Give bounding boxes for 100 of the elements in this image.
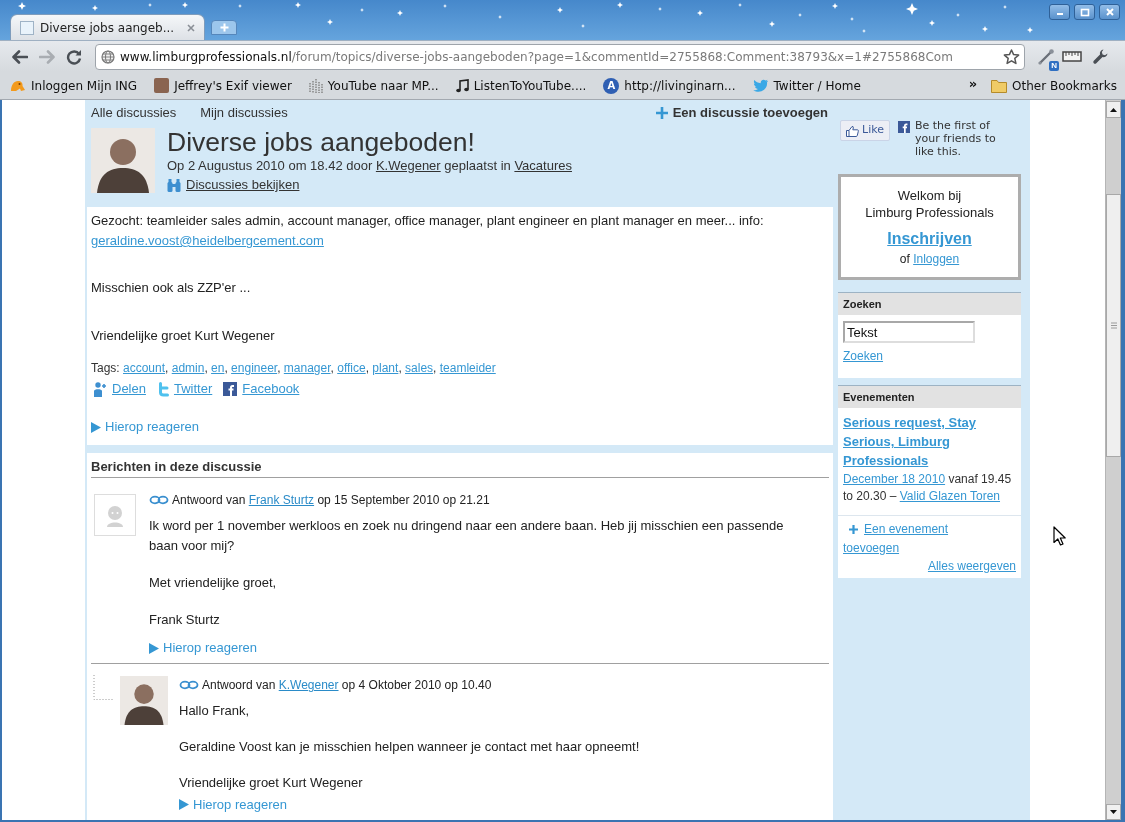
browser-tab[interactable]: Diverse jobs aangeb... — [10, 14, 205, 40]
bookmark-item[interactable]: Jeffrey's Exif viewer — [154, 76, 292, 95]
sparkle-icon — [148, 3, 152, 7]
share-link[interactable]: Delen — [94, 379, 146, 399]
sparkle-icon — [557, 7, 563, 13]
sparkle-icon — [832, 3, 838, 9]
chain-link-icon[interactable] — [149, 495, 169, 505]
author-link[interactable]: Frank Sturtz — [248, 493, 315, 507]
login-link[interactable]: Inloggen — [913, 252, 960, 266]
nav-link[interactable]: Alle discussies — [91, 103, 177, 123]
chain-link-icon[interactable] — [179, 680, 199, 690]
sparkle-icon — [850, 17, 854, 21]
comment-paragraph: Frank Sturtz — [149, 611, 221, 629]
signup-link[interactable]: Inschrijven — [887, 229, 972, 249]
discussion-title: Diverse jobs aangeboden! — [167, 127, 476, 157]
avatar-silhouette — [91, 128, 155, 193]
sparkle-icon — [982, 26, 988, 32]
new-tab-button[interactable] — [211, 20, 237, 35]
star-icon[interactable] — [1003, 48, 1020, 65]
sparkle-icon — [862, 29, 866, 33]
event-venue-link[interactable]: Valid Glazen Toren — [899, 489, 1000, 503]
down-triangle-icon — [1110, 810, 1117, 814]
address-bar[interactable]: www.limburgprofessionals.nl/forum/topics/diverse-jobs-aangeboden?page=1&commentId=2755868:Comment:38793&x=1#2755868Com — [95, 43, 1025, 70]
post-paragraph: Misschien ook als ZZP'er ... — [91, 279, 252, 297]
add-discussion-link[interactable]: Een discussie toevoegen — [655, 103, 828, 123]
event-details: December 18 2010 vanaf 19.45 to 20.30 – Valid Glazen Toren — [843, 471, 1013, 505]
section-title: Zoeken — [843, 296, 882, 312]
scroll-thumb[interactable] — [1106, 194, 1121, 457]
tag-link[interactable]: manager — [283, 361, 331, 375]
bookmark-item[interactable]: ListenToYouTube.... — [455, 76, 587, 95]
email-link[interactable]: geraldine.voost@heidelbergcement.com — [91, 233, 324, 248]
author-link[interactable]: K.Wegener — [375, 158, 441, 173]
right-arrow-icon — [38, 49, 55, 64]
sparkle-icon — [1003, 5, 1007, 9]
plus-icon — [655, 107, 668, 119]
close-button[interactable] — [1099, 4, 1120, 20]
share-link[interactable]: Facebook — [223, 379, 300, 399]
left-arrow-icon — [11, 49, 28, 64]
reply-link[interactable]: Hierop reageren — [149, 639, 257, 657]
search-field[interactable]: Tekst — [843, 321, 975, 343]
default-avatar-icon — [94, 494, 136, 536]
tag-link[interactable]: teamleider — [439, 361, 496, 375]
share-link[interactable]: Twitter — [156, 379, 213, 399]
music-note-icon — [455, 78, 469, 93]
reply-link[interactable]: Hierop reageren — [179, 797, 287, 812]
page-icon — [20, 20, 34, 35]
globe-icon — [101, 49, 115, 64]
nav-link[interactable]: Mijn discussies — [200, 103, 288, 123]
category-link[interactable]: Vacatures — [514, 158, 572, 173]
sparkle-icon — [906, 3, 918, 15]
sparkle-icon — [360, 8, 364, 12]
tags-line: Tags: account, admin, en, engineer, manager, office, plant, sales, teamleider — [91, 360, 497, 376]
add-event-link[interactable]: Een evenement toevoegen — [843, 520, 973, 558]
scroll-down-button[interactable] — [1106, 804, 1121, 820]
bookmarks-overflow-button[interactable]: » — [968, 76, 978, 91]
comment-meta: Antwoord van Frank Sturtz op 15 September 2010 op 21.21 — [172, 492, 490, 508]
section-title: Evenementen — [843, 389, 915, 405]
tag-link[interactable]: office — [337, 361, 366, 375]
bird-icon — [752, 79, 769, 92]
view-discussions-link[interactable]: Discussies bekijken — [186, 176, 300, 194]
event-title-link[interactable]: Serious request, Stay Serious, Limburg Professionals — [843, 413, 1016, 470]
bookmark-item[interactable]: A http://livinginarn... — [603, 76, 736, 95]
t-logo-icon — [156, 381, 169, 397]
triangle-icon — [91, 421, 101, 433]
comment-meta: Antwoord van K.Wegener op 4 Oktober 2010 op 10.40 — [202, 677, 492, 693]
sparkle-icon — [769, 21, 775, 27]
triangle-icon — [149, 642, 159, 654]
bookmark-folder[interactable]: Other Bookmarks — [991, 76, 1117, 95]
up-triangle-icon — [1110, 107, 1117, 112]
plus-icon — [219, 23, 229, 32]
sparkle-icon — [1027, 27, 1033, 33]
comment-paragraph: Geraldine Voost kan je misschien helpen wanneer je contact met haar opneemt! — [179, 738, 641, 756]
author-link[interactable]: K.Wegener — [278, 678, 339, 692]
bookmark-item[interactable]: Inloggen Mijn ING — [10, 76, 138, 95]
like-text: Be the first of your friends to like this. — [915, 119, 997, 158]
tag-link[interactable]: engineer — [231, 361, 278, 375]
extension-button[interactable]: N — [1033, 43, 1059, 70]
like-button[interactable]: Like — [840, 120, 890, 141]
show-all-link[interactable]: Alles weergeven — [927, 558, 1016, 575]
maximize-icon — [1078, 7, 1091, 17]
comment-paragraph: Ik word per 1 november werkloos en zoek nu dringend naar een andere baan. Heb jij misschien een passende baan voor mij? — [149, 517, 785, 555]
folder-icon — [991, 78, 1008, 93]
reply-link[interactable]: Hierop reageren — [91, 418, 199, 436]
bookmark-item[interactable]: YouTube naar MP... — [308, 76, 439, 95]
url-text[interactable]: www.limburgprofessionals.nl/forum/topics/diverse-jobs-aangeboden?page=1&commentId=2755868:Comment:38793&x=1#2755868Com — [120, 47, 998, 66]
scroll-up-button[interactable] — [1106, 101, 1121, 118]
event-date-link[interactable]: December 18 2010 — [843, 472, 946, 486]
close-icon[interactable] — [187, 23, 195, 32]
sparkle-icon — [956, 13, 960, 17]
maximize-button[interactable] — [1074, 4, 1095, 20]
comment-paragraph: Vriendelijke groet Kurt Wegener — [179, 774, 364, 792]
notification-badge: N — [1049, 60, 1059, 71]
bookmark-item[interactable]: Twitter / Home — [752, 76, 861, 95]
sparkle-icon — [295, 2, 301, 8]
sparkle-icon — [498, 15, 502, 19]
f-logo-icon — [223, 382, 238, 396]
minimize-button[interactable] — [1049, 4, 1070, 20]
search-link[interactable]: Zoeken — [843, 348, 884, 364]
letter-badge: A — [603, 77, 620, 94]
close-icon — [1103, 7, 1116, 17]
